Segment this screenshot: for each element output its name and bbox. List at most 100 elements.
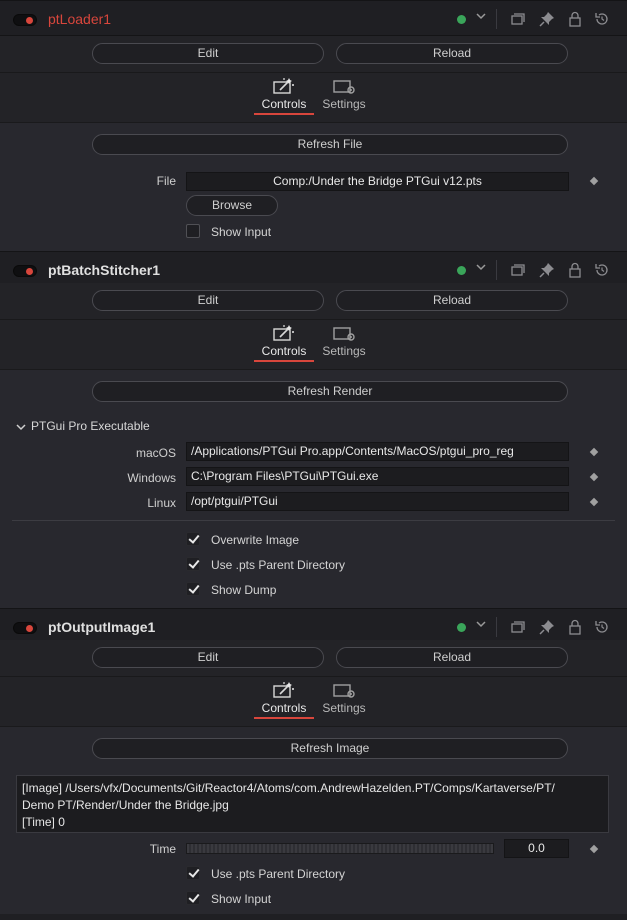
output-info-textbox[interactable]: [Image] /Users/vfx/Documents/Git/Reactor…: [16, 775, 609, 833]
time-value-field[interactable]: 0.0: [504, 839, 569, 858]
chevron-down-icon[interactable]: [475, 261, 487, 275]
show-dump-label: Show Dump: [211, 583, 277, 597]
node-enable-toggle[interactable]: [13, 265, 37, 277]
header-divider: [496, 260, 497, 280]
divider: [12, 520, 615, 521]
tab-active-indicator: [254, 360, 314, 362]
refresh-file-button[interactable]: Refresh File: [92, 134, 568, 155]
status-dot[interactable]: [457, 623, 466, 632]
linux-path-field[interactable]: /opt/ptgui/PTGui: [186, 492, 569, 511]
use-pts-parent-label: Use .pts Parent Directory: [211, 867, 346, 881]
settings-icon: [333, 327, 355, 341]
tab-active-indicator: [254, 113, 314, 115]
status-dot[interactable]: [457, 266, 466, 275]
output-info-line: [Image] /Users/vfx/Documents/Git/Reactor…: [22, 781, 555, 795]
keyframe-diamond-icon[interactable]: [589, 472, 599, 482]
settings-icon: [333, 684, 355, 698]
keyframe-diamond-icon[interactable]: [589, 447, 599, 457]
tab-controls[interactable]: Controls: [254, 677, 314, 727]
node-title: ptOutputImage1: [48, 619, 156, 635]
linux-label: Linux: [147, 496, 176, 510]
node-enable-toggle[interactable]: [13, 14, 37, 26]
tab-controls[interactable]: Controls: [254, 320, 314, 370]
edit-button[interactable]: Edit: [92, 290, 324, 311]
tab-settings-label: Settings: [322, 344, 366, 358]
reset-icon[interactable]: [594, 262, 610, 278]
tab-bar: Controls Settings: [0, 319, 627, 369]
chevron-down-icon[interactable]: [475, 10, 487, 24]
windows-path-field[interactable]: C:\Program Files\PTGui\PTGui.exe: [186, 467, 569, 486]
node-enable-toggle[interactable]: [13, 622, 37, 634]
node-header-ptoutputimage[interactable]: ptOutputImage1: [0, 608, 627, 644]
lock-icon[interactable]: [567, 11, 583, 27]
windows-label: Windows: [127, 471, 176, 485]
refresh-render-button[interactable]: Refresh Render: [92, 381, 568, 402]
macos-label: macOS: [135, 446, 176, 460]
node-controls-panel: Refresh Render PTGui Pro Executable macO…: [0, 369, 627, 608]
node-title: ptLoader1: [48, 11, 112, 27]
status-dot[interactable]: [457, 15, 466, 24]
pin-icon[interactable]: [539, 262, 555, 278]
refresh-image-button[interactable]: Refresh Image: [92, 738, 568, 759]
pin-icon[interactable]: [539, 619, 555, 635]
overwrite-image-label: Overwrite Image: [211, 533, 300, 547]
show-input-checkbox[interactable]: [186, 891, 200, 905]
time-label: Time: [149, 842, 176, 856]
pin-icon[interactable]: [539, 11, 555, 27]
time-slider[interactable]: [186, 843, 494, 854]
reload-button[interactable]: Reload: [336, 290, 568, 311]
show-dump-checkbox[interactable]: [186, 582, 200, 596]
version-icon[interactable]: [510, 11, 526, 27]
use-pts-parent-label: Use .pts Parent Directory: [211, 558, 346, 572]
tab-settings[interactable]: Settings: [314, 320, 374, 370]
file-path-field[interactable]: Comp:/Under the Bridge PTGui v12.pts: [186, 172, 569, 191]
keyframe-diamond-icon[interactable]: [589, 497, 599, 507]
reset-icon[interactable]: [594, 11, 610, 27]
reset-icon[interactable]: [594, 619, 610, 635]
overwrite-image-checkbox[interactable]: [186, 532, 200, 546]
show-input-checkbox[interactable]: [186, 224, 200, 238]
show-input-label: Show Input: [211, 225, 272, 239]
tab-controls-label: Controls: [261, 344, 307, 358]
settings-icon: [333, 80, 355, 94]
lock-icon[interactable]: [567, 619, 583, 635]
file-label: File: [156, 174, 176, 188]
tab-settings[interactable]: Settings: [314, 73, 374, 123]
tab-bar: Controls Settings: [0, 676, 627, 726]
edit-button[interactable]: Edit: [92, 43, 324, 64]
tab-controls[interactable]: Controls: [254, 73, 314, 123]
browse-button[interactable]: Browse: [186, 195, 278, 216]
node-header-ptloader[interactable]: ptLoader1: [0, 0, 627, 36]
node-controls-panel: Refresh File File Comp:/Under the Bridge…: [0, 122, 627, 251]
node-header-ptbatchstitcher[interactable]: ptBatchStitcher1: [0, 251, 627, 287]
tab-settings-label: Settings: [322, 97, 366, 111]
tab-controls-label: Controls: [261, 701, 307, 715]
tab-controls-label: Controls: [261, 97, 307, 111]
lock-icon[interactable]: [567, 262, 583, 278]
node-button-bar: Edit Reload: [0, 36, 627, 72]
output-info-line: [Time] 0: [22, 815, 65, 829]
keyframe-diamond-icon[interactable]: [589, 176, 599, 186]
group-header[interactable]: PTGui Pro Executable: [16, 419, 150, 433]
controls-icon: [273, 325, 294, 341]
output-info-line: Demo PT/Render/Under the Bridge.jpg: [22, 798, 229, 812]
node-title: ptBatchStitcher1: [48, 262, 161, 278]
bottom-edge: [0, 914, 627, 920]
controls-icon: [273, 682, 294, 698]
edit-button[interactable]: Edit: [92, 647, 324, 668]
use-pts-parent-checkbox[interactable]: [186, 557, 200, 571]
version-icon[interactable]: [510, 619, 526, 635]
reload-button[interactable]: Reload: [336, 647, 568, 668]
tab-settings[interactable]: Settings: [314, 677, 374, 727]
group-label: PTGui Pro Executable: [31, 419, 150, 433]
tab-bar: Controls Settings: [0, 72, 627, 122]
tab-active-indicator: [254, 717, 314, 719]
use-pts-parent-checkbox[interactable]: [186, 866, 200, 880]
chevron-down-icon[interactable]: [475, 618, 487, 632]
tab-settings-label: Settings: [322, 701, 366, 715]
macos-path-field[interactable]: /Applications/PTGui Pro.app/Contents/Mac…: [186, 442, 569, 461]
chevron-down-icon: [16, 424, 26, 430]
header-divider: [496, 9, 497, 29]
version-icon[interactable]: [510, 262, 526, 278]
reload-button[interactable]: Reload: [336, 43, 568, 64]
